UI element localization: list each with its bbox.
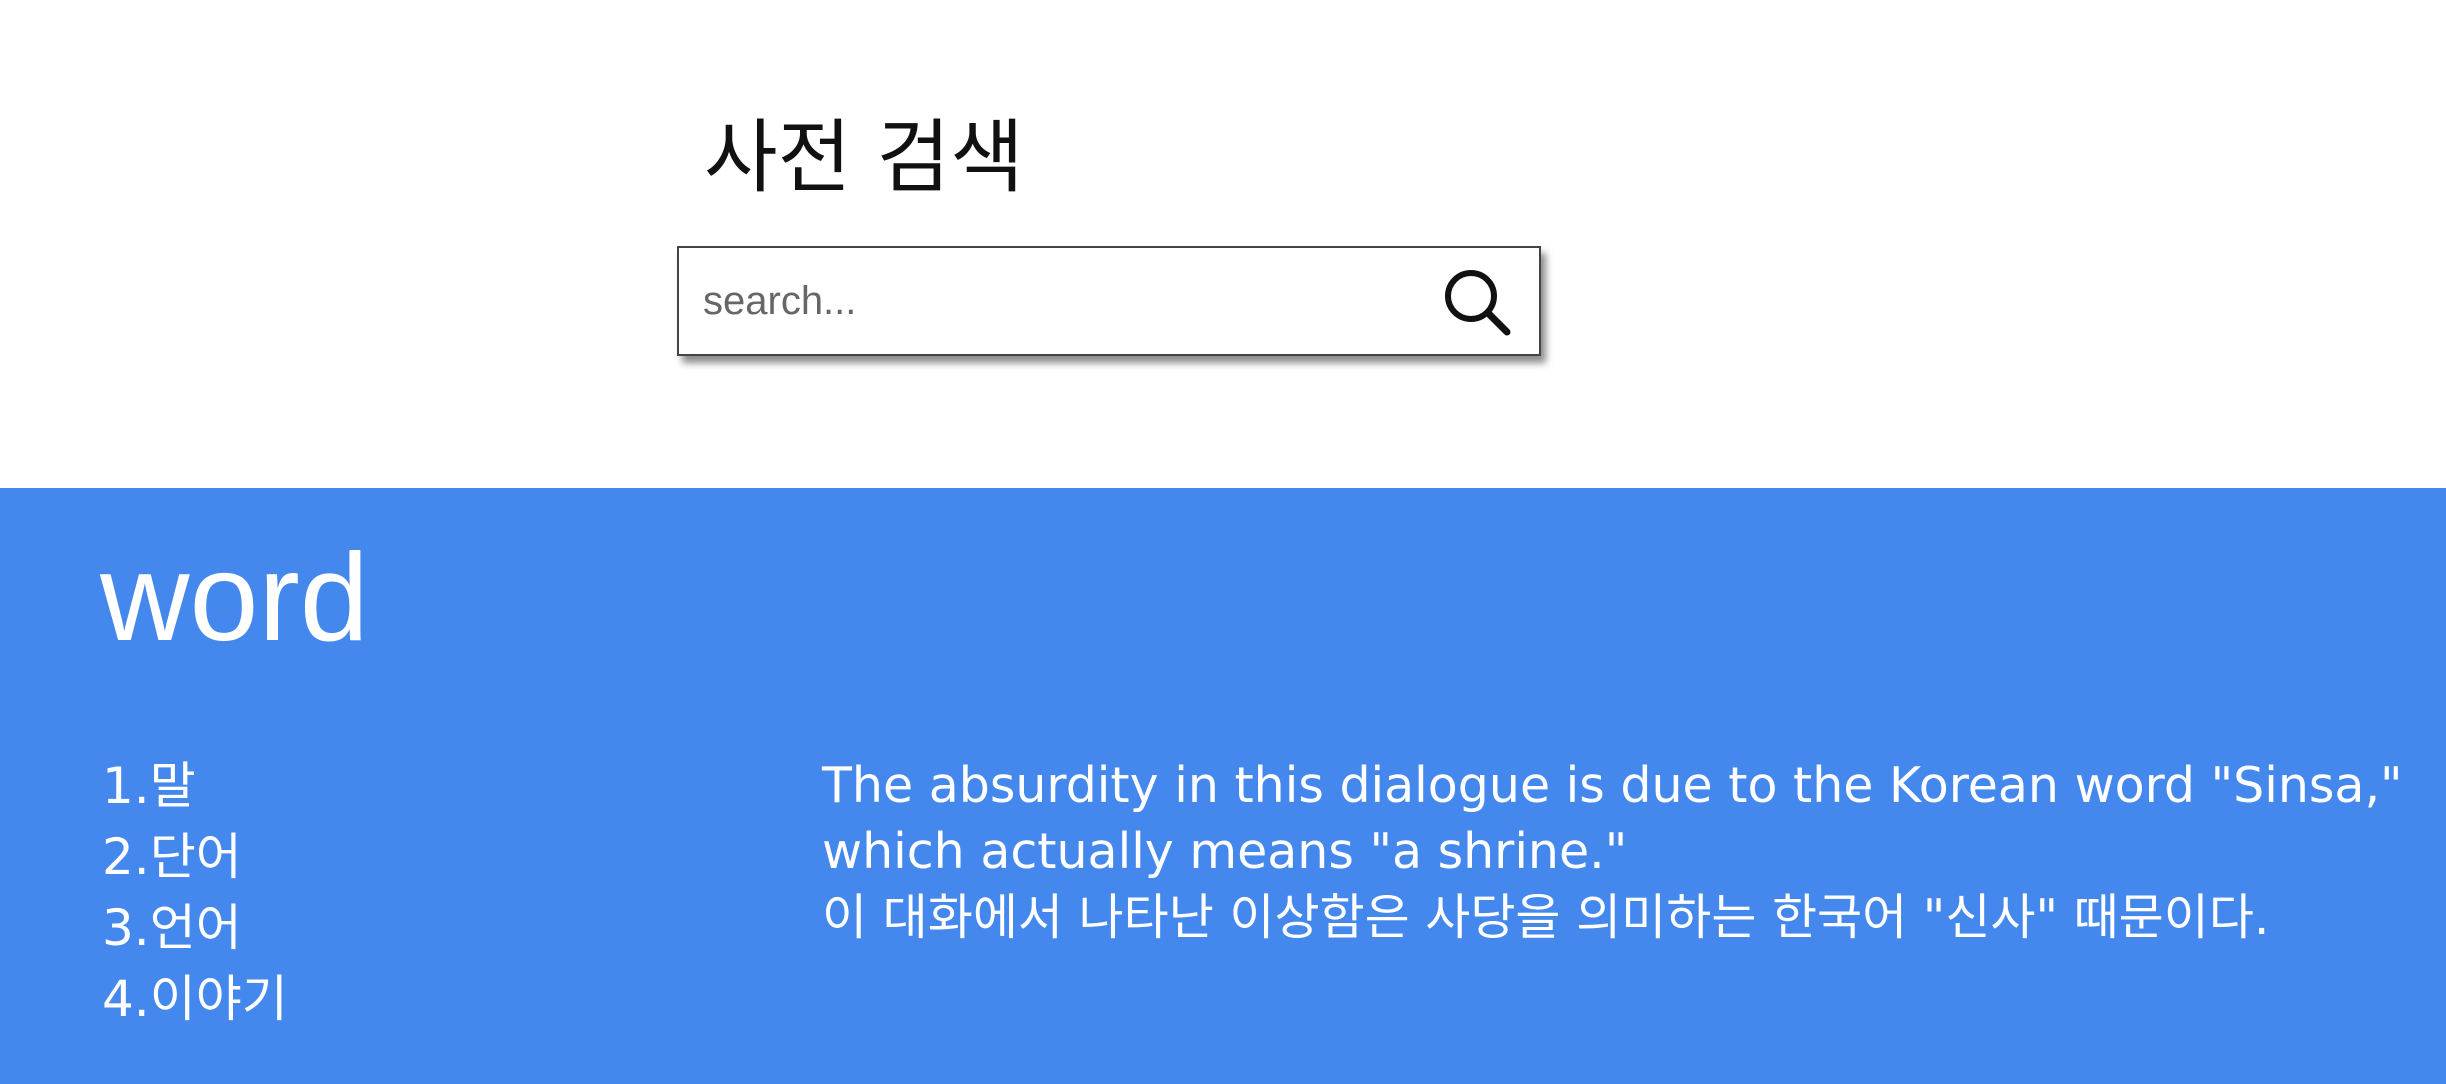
meaning-item: 1.말 [102,757,196,815]
result-word: word [100,529,369,667]
page-title: 사전 검색 [704,111,1024,204]
search-header-section: 사전 검색 [0,0,2446,488]
explanation-line: The absurdity in this dialogue is due to… [822,757,2403,814]
search-bar [677,246,1541,356]
search-input[interactable] [703,248,1403,354]
explanation-line: which actually means "a shrine." [822,823,1628,880]
explanation-line: 이 대화에서 나타난 이상함은 사당을 의미하는 한국어 "신사" 때문이다. [822,889,2270,946]
meaning-item: 2.단어 [102,828,242,886]
search-icon[interactable] [1439,264,1515,340]
meaning-list: 1.말 2.단어 3.언어 4.이야기 [102,751,288,1035]
meaning-item: 3.언어 [102,899,242,957]
result-panel: word 1.말 2.단어 3.언어 4.이야기 The absurdity i… [0,488,2446,1084]
explanation-text: The absurdity in this dialogue is due to… [822,753,2422,951]
meaning-item: 4.이야기 [102,970,288,1028]
